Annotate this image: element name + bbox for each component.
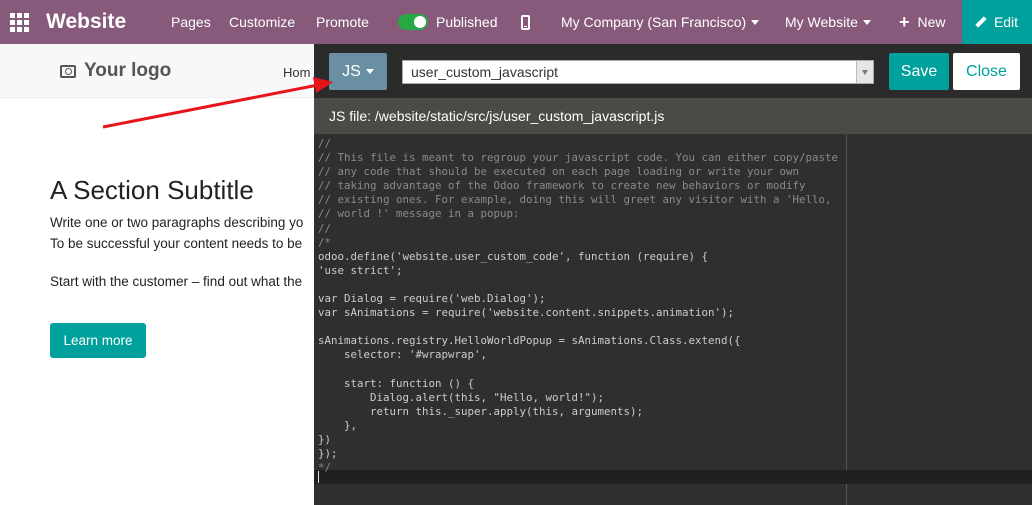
app-brand[interactable]: Website [46,0,126,44]
company-dropdown[interactable]: My Company (San Francisco) [561,0,760,44]
section-paragraph: Write one or two paragraphs describing y… [50,215,304,230]
code-line: 'use strict'; [318,263,403,277]
published-toggle[interactable]: Published [398,0,498,44]
new-label: New [917,14,946,30]
pencil-icon [976,17,986,27]
site-header: Your logo Hom [0,44,314,98]
code-line: // existing ones. For example, doing thi… [318,193,832,207]
menu-home-link[interactable]: Hom [283,65,310,80]
language-label: JS [342,62,361,80]
code-line: Dialog.alert(this, "Hello, world!"); [318,390,605,404]
code-line: // [318,221,332,235]
edit-button[interactable]: Edit [962,0,1032,44]
file-select[interactable]: user_custom_javascript [402,60,874,84]
code-line: }, [318,418,358,432]
edit-label: Edit [993,14,1019,30]
plus-icon: + [899,12,910,32]
file-path-bar: JS file: /website/static/src/js/user_cus… [314,98,1032,134]
menu-pages[interactable]: Pages [171,0,211,44]
code-line: var Dialog = require('web.Dialog'); [318,292,546,306]
website-label: My Website [785,14,858,30]
file-select-value: user_custom_javascript [411,64,559,80]
section-paragraph: Start with the customer – find out what … [50,274,303,289]
code-line: return this._super.apply(this, arguments… [318,404,644,418]
save-button[interactable]: Save [889,53,949,90]
section-paragraph: To be successful your content needs to b… [50,236,303,251]
new-button[interactable]: + New [899,0,946,44]
section-subtitle: A Section Subtitle [50,175,254,205]
code-content: //// This file is meant to regroup your … [318,137,838,475]
code-line: selector: '#wrapwrap', [318,348,488,362]
code-line: // world !' message in a popup: [318,207,520,221]
apps-menu-icon[interactable] [10,0,32,44]
learn-more-button[interactable]: Learn more [50,323,146,358]
code-line: odoo.define('website.user_custom_code', … [318,249,709,263]
published-label: Published [436,14,498,30]
code-line: // This file is meant to regroup your ja… [318,151,839,165]
code-line: /* [318,235,332,249]
menu-promote[interactable]: Promote [316,0,369,44]
print-margin-line [846,134,847,505]
toggle-switch-icon [398,14,428,30]
code-line: // [318,137,332,150]
code-line: start: function () { [318,376,475,390]
editor-toolbar: JS user_custom_javascript Save Close [314,44,1032,98]
caret-down-icon [862,19,871,25]
camera-icon [60,64,76,78]
code-line: }) [318,432,332,446]
code-line: // taking advantage of the Odoo framewor… [318,179,806,193]
website-navbar: Website Pages Customize Promote Publishe… [0,0,1032,44]
code-line: // any code that should be executed on e… [318,165,800,179]
close-button[interactable]: Close [953,53,1020,90]
menu-customize[interactable]: Customize [229,0,295,44]
code-line: var sAnimations = require('website.conte… [318,306,735,320]
caret-down-icon [365,69,374,74]
website-dropdown[interactable]: My Website [785,0,871,44]
code-line: }); [318,447,338,461]
site-logo[interactable]: Your logo [60,60,171,82]
language-dropdown[interactable]: JS [329,53,387,90]
company-label: My Company (San Francisco) [561,14,747,30]
code-line: sAnimations.registry.HelloWorldPopup = s… [318,334,741,348]
code-line: */ [318,461,332,475]
select-arrow-icon [856,61,873,83]
website-page: Your logo Hom A Section Subtitle Write o… [0,44,314,505]
code-editor-panel: JS user_custom_javascript Save Close JS … [314,44,1032,505]
code-textarea[interactable]: //// This file is meant to regroup your … [314,134,1032,505]
mobile-preview-icon[interactable] [521,0,530,44]
caret-down-icon [751,19,760,25]
logo-text: Your logo [84,60,172,81]
